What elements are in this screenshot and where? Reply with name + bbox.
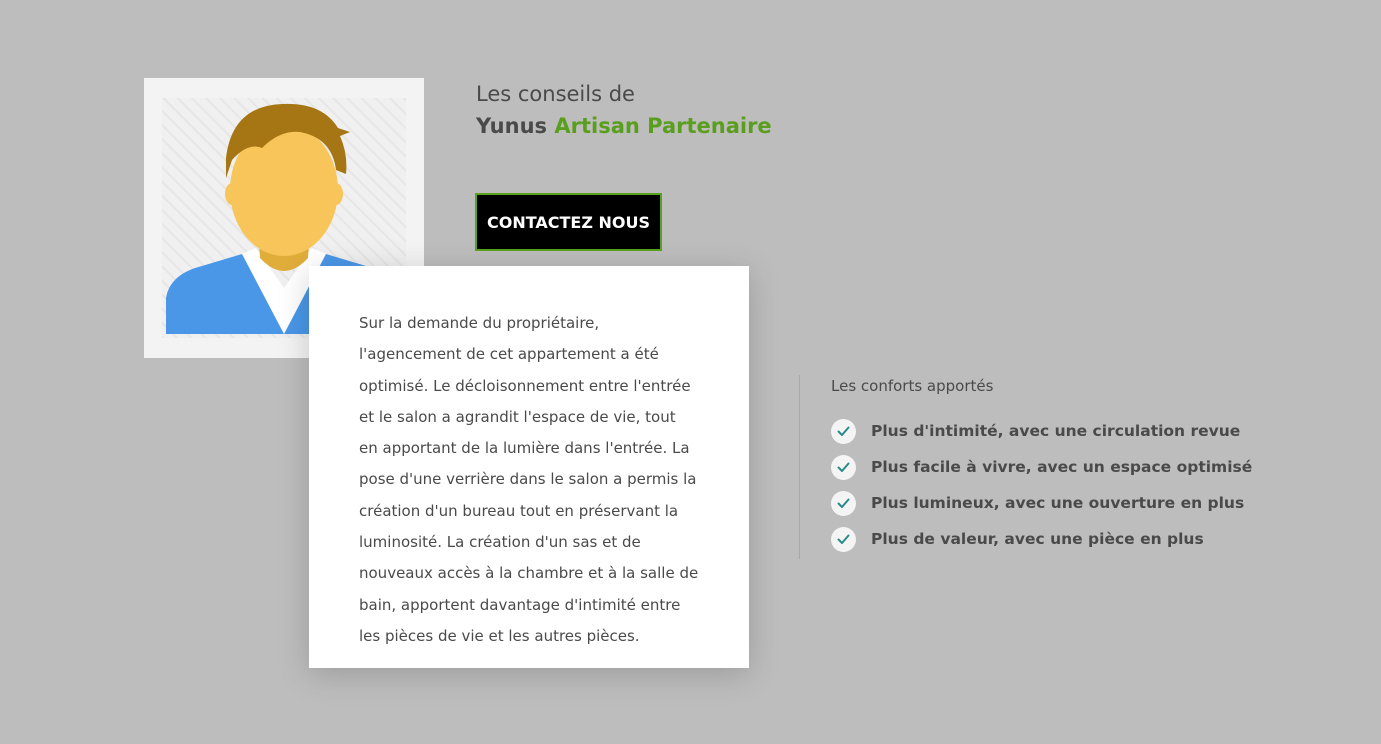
comfort-label: Plus facile à vivre, avec un espace opti…: [871, 458, 1253, 476]
comforts-section: Les conforts apportés Plus d'intimité, a…: [799, 375, 1252, 559]
artisan-role: Artisan Partenaire: [554, 114, 772, 138]
artisan-name-heading: Yunus Artisan Partenaire: [476, 114, 772, 138]
comfort-label: Plus d'intimité, avec une circulation re…: [871, 422, 1241, 440]
description-card: Sur la demande du propriétaire, l'agence…: [309, 266, 749, 668]
list-item: Plus facile à vivre, avec un espace opti…: [831, 449, 1252, 485]
check-icon: [831, 526, 856, 552]
comfort-list: Plus d'intimité, avec une circulation re…: [831, 413, 1252, 557]
check-icon: [831, 418, 856, 444]
list-item: Plus lumineux, avec une ouverture en plu…: [831, 485, 1252, 521]
artisan-name: Yunus: [476, 114, 548, 138]
check-icon: [831, 490, 856, 516]
comforts-title: Les conforts apportés: [831, 377, 994, 395]
list-item: Plus de valeur, avec une pièce en plus: [831, 521, 1252, 557]
contact-button[interactable]: CONTACTEZ NOUS: [475, 193, 662, 251]
description-text: Sur la demande du propriétaire, l'agence…: [359, 314, 699, 645]
comfort-label: Plus lumineux, avec une ouverture en plu…: [871, 494, 1245, 512]
list-item: Plus d'intimité, avec une circulation re…: [831, 413, 1252, 449]
intro-text: Les conseils de: [476, 82, 635, 106]
comfort-label: Plus de valeur, avec une pièce en plus: [871, 530, 1204, 548]
check-icon: [831, 454, 856, 480]
